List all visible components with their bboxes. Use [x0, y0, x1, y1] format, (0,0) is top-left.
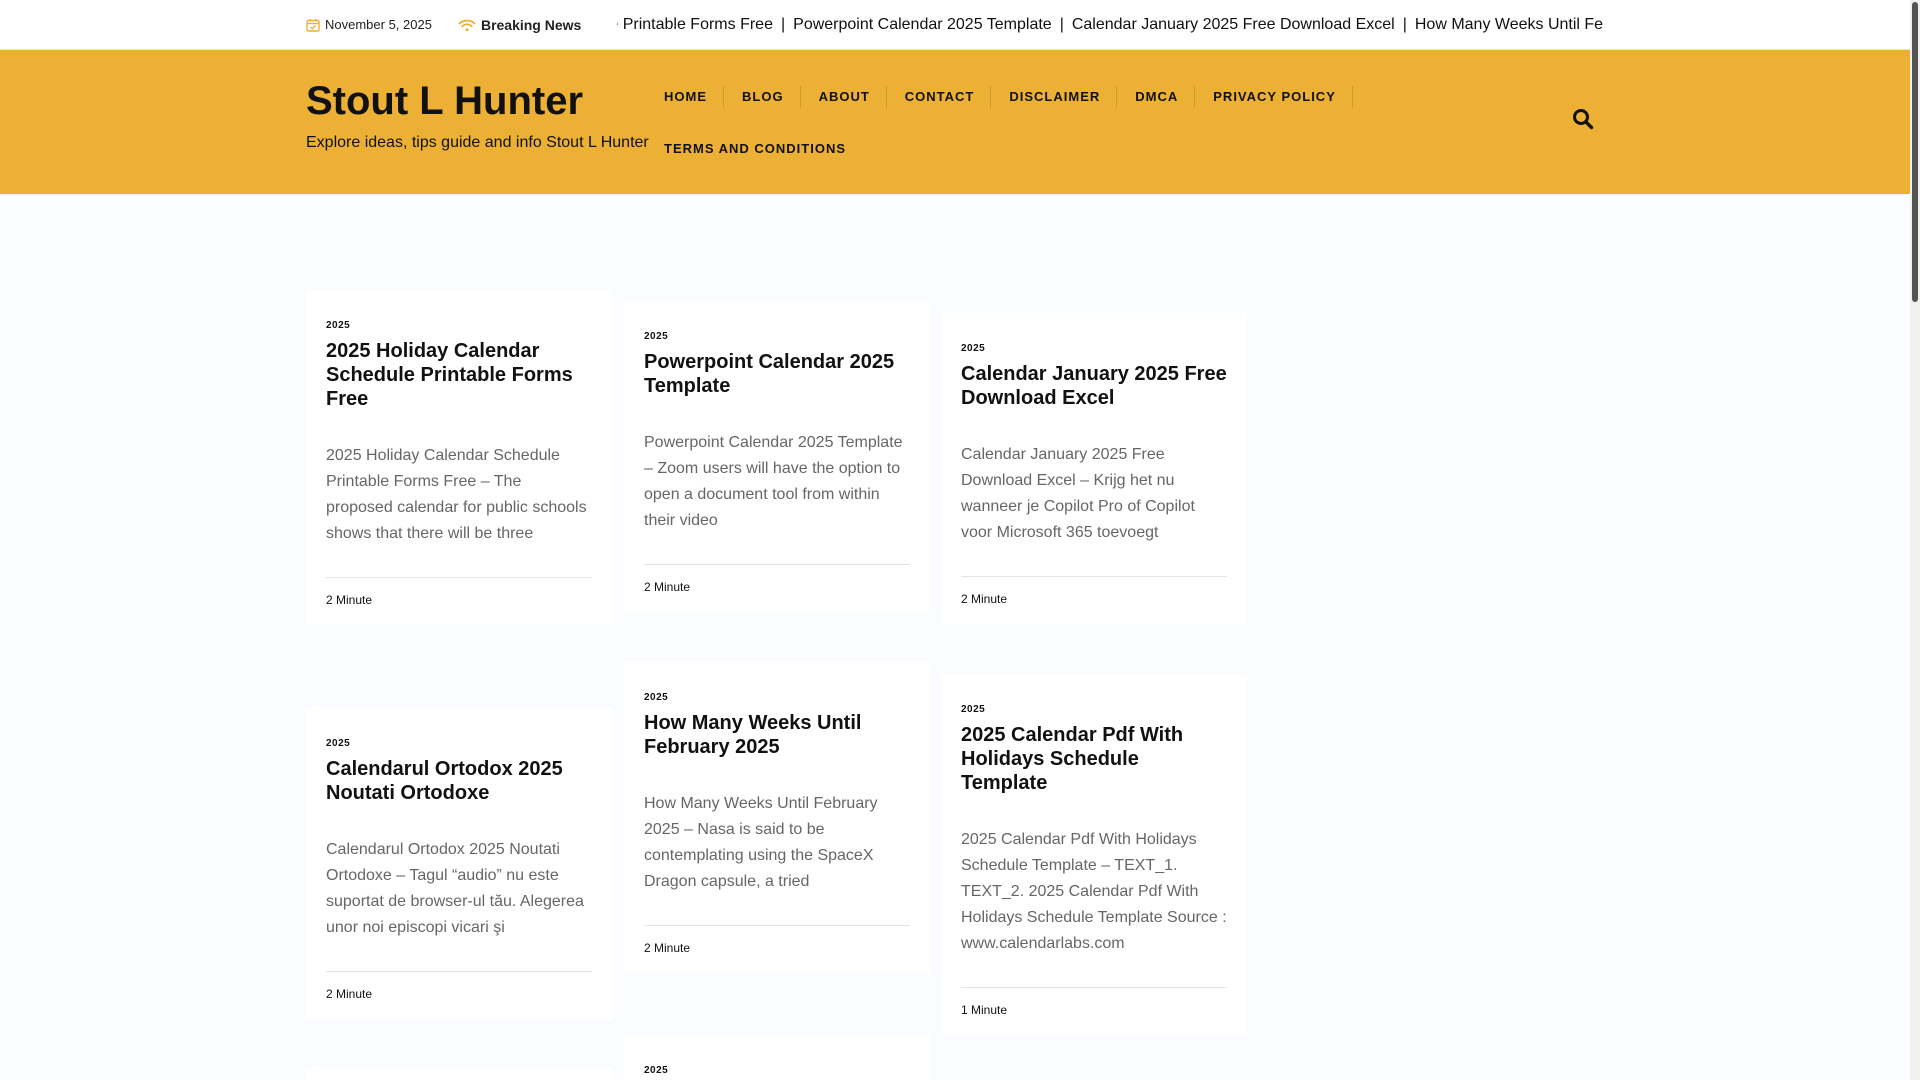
- site-branding: Stout L Hunter Explore ideas, tips guide…: [306, 78, 649, 152]
- post-read-time: 2 Minute: [644, 925, 910, 973]
- post-title[interactable]: Calendarul Ortodox 2025 Noutati Ortodoxe: [326, 757, 592, 805]
- post-card: 2025 2025 Holiday Calendar Schedule Prin…: [306, 290, 612, 625]
- post-category[interactable]: 2025: [326, 738, 592, 749]
- nav-item-contact[interactable]: CONTACT: [905, 76, 992, 120]
- ticker-item[interactable]: Calendar January 2025 Free Download Exce…: [1072, 16, 1395, 33]
- post-card: 2025 Calendarul Ortodox 2025 Noutati Ort…: [306, 708, 612, 1019]
- current-date: November 5, 2025: [306, 17, 432, 32]
- nav-item-dmca[interactable]: DMCA: [1135, 76, 1196, 120]
- post-category[interactable]: 2025: [326, 320, 592, 331]
- main-navigation: HOME BLOG ABOUT CONTACT DISCLAIMER DMCA …: [664, 76, 1384, 170]
- post-read-time: 2 Minute: [326, 577, 592, 625]
- ticker-item[interactable]: 2025 Holiday Calendar Schedule Printable…: [617, 16, 773, 33]
- post-excerpt: Calendar January 2025 Free Download Exce…: [961, 446, 1195, 541]
- post-category[interactable]: 2025: [644, 692, 910, 703]
- nav-item-terms-and-conditions[interactable]: TERMS AND CONDITIONS: [664, 141, 863, 156]
- wifi-icon: [458, 19, 476, 31]
- breaking-news-text: Breaking News: [480, 16, 582, 33]
- post-card: 2025 How Many Weeks Until February 2025 …: [624, 662, 930, 973]
- post-excerpt: 2025 Calendar Pdf With Holidays Schedule…: [961, 831, 1227, 952]
- ticker-track: 2025 Holiday Calendar Schedule Printable…: [617, 16, 1603, 34]
- top-bar-inner: November 5, 2025 Breaking News 2025 Holi…: [306, 0, 1603, 49]
- ticker-separator: |: [1059, 15, 1064, 33]
- nav-item-privacy-policy[interactable]: PRIVACY POLICY: [1213, 76, 1353, 120]
- breaking-news-label: Breaking News: [458, 17, 581, 33]
- news-ticker: 2025 Holiday Calendar Schedule Printable…: [617, 14, 1603, 36]
- post-card: 2025 Powerpoint Calendar 2025 Template P…: [624, 301, 930, 612]
- post-excerpt: 2025 Holiday Calendar Schedule Printable…: [326, 447, 587, 542]
- post-title[interactable]: 2025 Calendar Pdf With Holidays Schedule…: [961, 723, 1227, 795]
- nav-item-disclaimer[interactable]: DISCLAIMER: [1009, 76, 1118, 120]
- ticker-separator: |: [1402, 15, 1407, 33]
- site-description: Explore ideas, tips guide and info Stout…: [306, 134, 649, 151]
- post-excerpt: How Many Weeks Until February 2025 – Nas…: [644, 795, 878, 890]
- post-card: 2025 Calendar January 2025 Free Download…: [941, 313, 1247, 624]
- nav-row-2: TERMS AND CONDITIONS: [664, 128, 1384, 170]
- post-title[interactable]: Calendar January 2025 Free Download Exce…: [961, 362, 1227, 410]
- nav-item-about[interactable]: ABOUT: [819, 76, 888, 120]
- post-title[interactable]: Powerpoint Calendar 2025 Template: [644, 350, 910, 398]
- post-title[interactable]: 2025 Holiday Calendar Schedule Printable…: [326, 339, 592, 411]
- post-card: 2025: [624, 1035, 930, 1080]
- post-category[interactable]: 2025: [961, 704, 1227, 715]
- search-icon[interactable]: [1572, 108, 1594, 130]
- ticker-item[interactable]: How Many Weeks Until February 2025: [1415, 16, 1603, 33]
- post-read-time: 2 Minute: [961, 576, 1227, 624]
- post-card: [306, 1068, 612, 1080]
- ticker-item[interactable]: Powerpoint Calendar 2025 Template: [793, 16, 1052, 33]
- nav-item-home[interactable]: HOME: [664, 76, 724, 120]
- post-excerpt: Calendarul Ortodox 2025 Noutati Ortodoxe…: [326, 841, 584, 936]
- ticker-separator: |: [780, 15, 786, 33]
- post-excerpt: Powerpoint Calendar 2025 Template – Zoom…: [644, 434, 903, 529]
- page-scrollbar[interactable]: [1910, 0, 1920, 1080]
- post-title[interactable]: How Many Weeks Until February 2025: [644, 711, 910, 759]
- top-bar: November 5, 2025 Breaking News 2025 Holi…: [0, 0, 1910, 50]
- nav-item-blog[interactable]: BLOG: [742, 76, 801, 120]
- post-category[interactable]: 2025: [961, 343, 1227, 354]
- post-category[interactable]: 2025: [644, 331, 910, 342]
- site-header: Stout L Hunter Explore ideas, tips guide…: [0, 50, 1910, 194]
- post-read-time: 2 Minute: [644, 564, 910, 612]
- calendar-icon: [306, 18, 320, 32]
- site-title[interactable]: Stout L Hunter: [306, 78, 649, 124]
- post-read-time: 2 Minute: [326, 971, 592, 1019]
- post-category[interactable]: 2025: [644, 1065, 910, 1076]
- post-card: 2025 2025 Calendar Pdf With Holidays Sch…: [941, 674, 1247, 1035]
- post-read-time: 1 Minute: [961, 987, 1227, 1035]
- date-text: November 5, 2025: [325, 17, 432, 32]
- scrollbar-thumb[interactable]: [1912, 2, 1918, 302]
